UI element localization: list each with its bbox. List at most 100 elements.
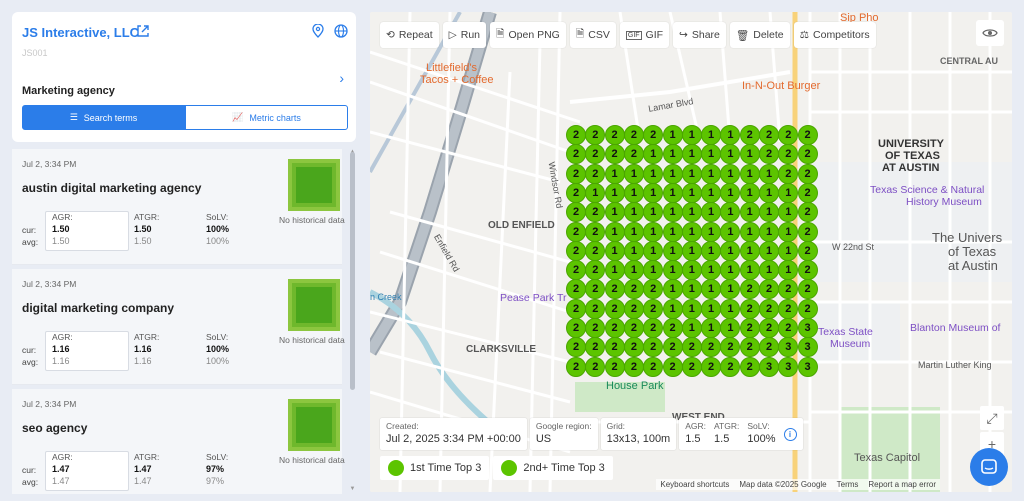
rank-pin[interactable]: 1 (701, 182, 722, 203)
rank-pin[interactable]: 1 (662, 125, 683, 145)
rank-pin[interactable]: 2 (566, 240, 586, 261)
rank-pin[interactable]: 2 (623, 356, 644, 377)
delete-button[interactable]: 🗑 Delete (729, 22, 790, 48)
external-link-icon[interactable] (136, 24, 150, 38)
rank-pin[interactable]: 1 (681, 182, 702, 203)
rank-pin[interactable]: 2 (604, 337, 625, 358)
poi-texas-capitol[interactable]: Texas Capitol (854, 452, 920, 464)
rank-pin[interactable]: 2 (739, 356, 760, 377)
gif-button[interactable]: GIF GIF (619, 22, 670, 48)
rank-pin[interactable]: 2 (623, 298, 644, 319)
rank-pin[interactable]: 1 (643, 240, 664, 261)
rank-pin[interactable]: 1 (778, 240, 799, 261)
rank-pin[interactable]: 2 (585, 356, 606, 377)
company-name[interactable]: JS Interactive, LLC (22, 25, 139, 40)
rank-pin[interactable]: 1 (739, 182, 760, 203)
poi-house-park[interactable]: House Park (606, 380, 663, 392)
poi-blanton[interactable]: Blanton Museum of (910, 322, 1000, 334)
rank-pin[interactable]: 2 (759, 318, 779, 338)
keyboard-shortcuts-link[interactable]: Keyboard shortcuts (660, 480, 729, 489)
rank-pin[interactable]: 2 (585, 298, 606, 319)
repeat-button[interactable]: ⟲ Repeat (380, 22, 439, 48)
item-keyword[interactable]: digital marketing company (22, 301, 174, 315)
terms-link[interactable]: Terms (837, 480, 859, 489)
rank-pin[interactable]: 1 (662, 298, 683, 319)
info-icon[interactable]: i (783, 427, 797, 441)
rank-pin[interactable]: 2 (566, 260, 586, 281)
rank-pin[interactable]: 2 (643, 356, 664, 377)
rank-pin[interactable]: 1 (623, 260, 644, 281)
rank-pin[interactable]: 3 (797, 356, 818, 377)
rank-pin[interactable]: 1 (720, 221, 741, 242)
rank-pin[interactable]: 2 (759, 298, 779, 319)
rank-pin[interactable]: 2 (797, 279, 818, 300)
rank-pin[interactable]: 2 (739, 125, 760, 145)
rank-pin[interactable]: 1 (681, 298, 702, 319)
rank-pin[interactable]: 1 (681, 260, 702, 281)
rank-pin[interactable]: 2 (797, 298, 818, 319)
rank-pin[interactable]: 1 (739, 240, 760, 261)
competitors-button[interactable]: ⚖ Competitors (793, 22, 876, 48)
rank-pin[interactable]: 1 (623, 240, 644, 261)
rank-pin[interactable]: 2 (604, 144, 625, 165)
scrollbar[interactable] (350, 152, 355, 390)
rank-pin[interactable]: 2 (739, 337, 760, 358)
tab-metric-charts[interactable]: 📈 Metric charts (185, 105, 348, 130)
rank-pin[interactable]: 1 (701, 221, 722, 242)
rank-pin[interactable]: 1 (662, 144, 683, 165)
rank-pin[interactable]: 2 (797, 240, 818, 261)
rank-pin[interactable]: 1 (604, 202, 625, 223)
rank-pin[interactable]: 1 (681, 163, 702, 184)
rank-pin[interactable]: 1 (759, 221, 779, 242)
rank-pin[interactable]: 1 (759, 240, 779, 261)
rank-pin[interactable]: 1 (720, 298, 741, 319)
rank-pin[interactable]: 1 (720, 163, 741, 184)
rank-pin[interactable]: 2 (604, 125, 625, 145)
csv-button[interactable]: 🗎 CSV (569, 22, 616, 48)
rank-pin[interactable]: 2 (739, 279, 760, 300)
search-term-item[interactable]: Jul 2, 3:34 PM digital marketing company… (12, 269, 345, 385)
poi-in-n-out[interactable]: In-N-Out Burger (742, 80, 820, 92)
rank-pin[interactable]: 1 (604, 221, 625, 242)
rank-pin[interactable]: 1 (623, 163, 644, 184)
rank-pin[interactable]: 1 (701, 125, 722, 145)
rank-pin[interactable]: 1 (604, 182, 625, 203)
rank-pin[interactable]: 2 (739, 318, 760, 338)
rank-pin[interactable]: 2 (720, 356, 741, 377)
rank-pin[interactable]: 1 (701, 298, 722, 319)
tab-search-terms[interactable]: ☰ Search terms (22, 105, 185, 130)
rank-pin[interactable]: 2 (739, 298, 760, 319)
rank-pin[interactable]: 1 (623, 182, 644, 203)
rank-pin[interactable]: 2 (797, 202, 818, 223)
rank-pin[interactable]: 2 (662, 318, 683, 338)
item-keyword[interactable]: austin digital marketing agency (22, 181, 201, 195)
rank-pin[interactable]: 2 (566, 318, 586, 338)
rank-pin[interactable]: 2 (604, 356, 625, 377)
globe-icon[interactable] (334, 24, 348, 38)
rank-pin[interactable]: 1 (759, 182, 779, 203)
rank-pin[interactable]: 2 (566, 182, 586, 203)
rank-pin[interactable]: 2 (681, 356, 702, 377)
report-link[interactable]: Report a map error (868, 480, 936, 489)
poi-pease-park[interactable]: Pease Park Tr (500, 292, 567, 304)
rank-pin[interactable]: 2 (778, 163, 799, 184)
rank-pin[interactable]: 2 (701, 356, 722, 377)
rank-pin[interactable]: 1 (778, 221, 799, 242)
rank-pin[interactable]: 1 (759, 163, 779, 184)
rank-pin[interactable]: 1 (643, 221, 664, 242)
rank-pin[interactable]: 1 (739, 260, 760, 281)
rank-pin[interactable]: 1 (604, 240, 625, 261)
share-button[interactable]: ↪ Share (673, 22, 726, 48)
rank-pin[interactable]: 1 (681, 144, 702, 165)
rank-pin[interactable]: 1 (604, 163, 625, 184)
rank-pin[interactable]: 1 (643, 163, 664, 184)
rank-pin[interactable]: 1 (662, 221, 683, 242)
rank-pin[interactable]: 2 (778, 298, 799, 319)
rank-pin[interactable]: 1 (681, 125, 702, 145)
poi-texas-science[interactable]: Texas Science & Natural (870, 184, 984, 196)
rank-pin[interactable]: 2 (604, 318, 625, 338)
search-term-item[interactable]: Jul 2, 3:34 PM austin digital marketing … (12, 149, 345, 265)
rank-pin[interactable]: 1 (662, 240, 683, 261)
rank-pin[interactable]: 2 (797, 163, 818, 184)
rank-pin[interactable]: 3 (778, 356, 799, 377)
